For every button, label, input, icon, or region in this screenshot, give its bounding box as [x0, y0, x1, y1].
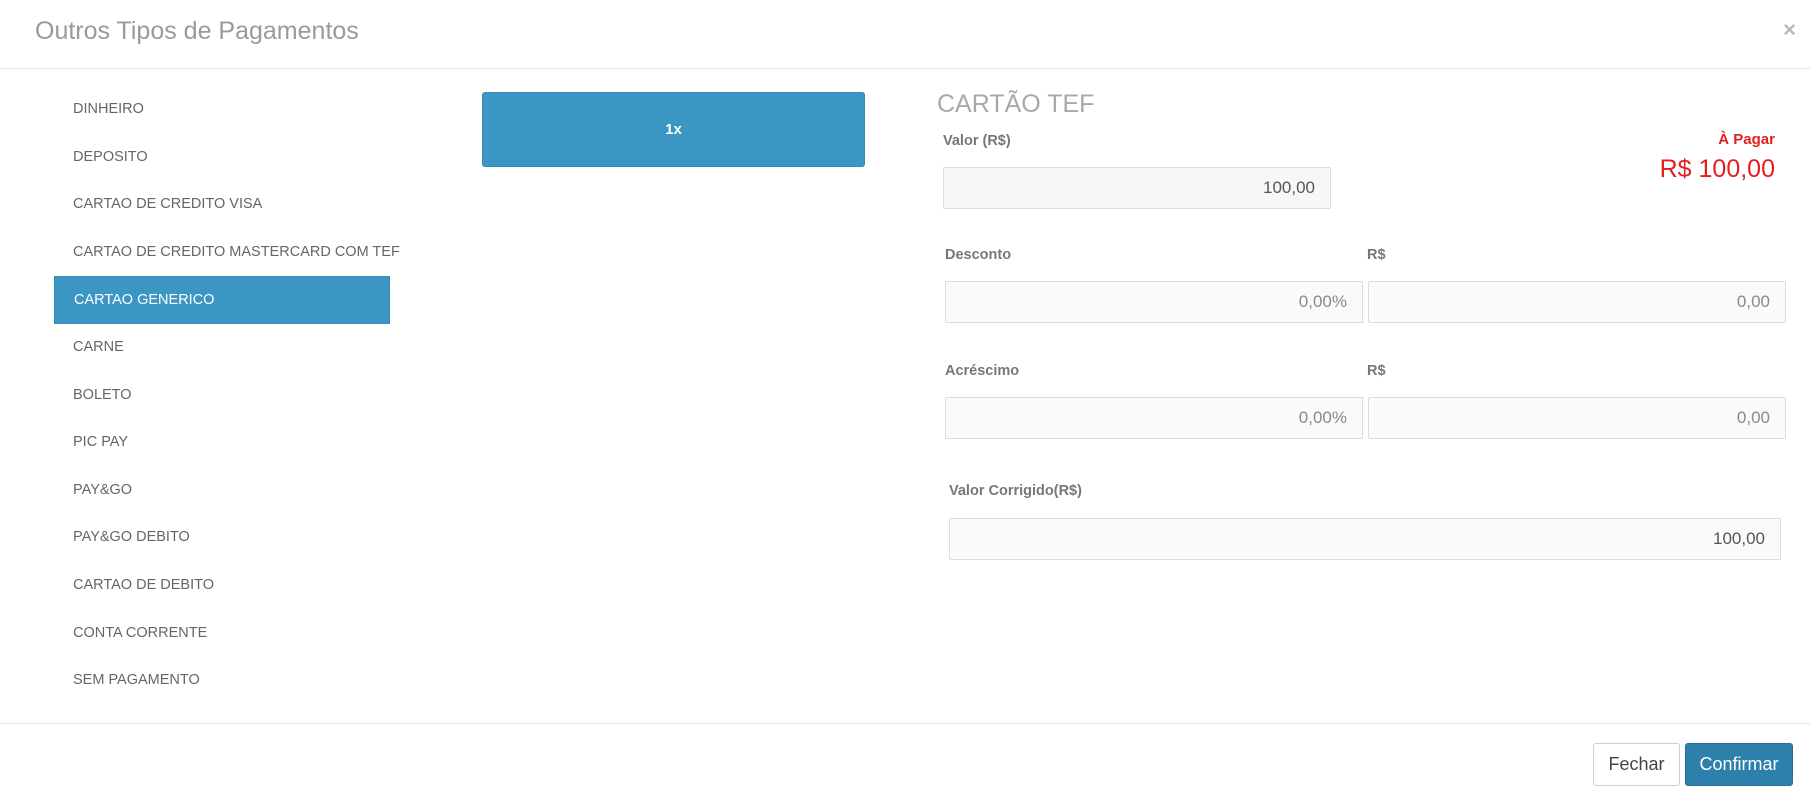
payment-method-cartao-credito-mastercard-tef[interactable]: CARTAO DE CREDITO MASTERCARD COM TEF [54, 229, 400, 277]
modal-footer [0, 723, 1810, 801]
payment-method-list: DINHEIRO DEPOSITO CARTAO DE CREDITO VISA… [54, 86, 400, 705]
fechar-button[interactable]: Fechar [1593, 743, 1680, 786]
payment-method-paygo[interactable]: PAY&GO [54, 467, 390, 515]
desconto-label: Desconto [945, 247, 1012, 263]
valor-label: Valor (R$) [943, 133, 1011, 149]
desconto-percent-input[interactable] [945, 281, 1363, 323]
acrescimo-label: Acréscimo [945, 363, 1020, 379]
payment-method-paygo-debito[interactable]: PAY&GO DEBITO [54, 514, 390, 562]
payment-method-pic-pay[interactable]: PIC PAY [54, 419, 390, 467]
payment-method-carne[interactable]: CARNE [54, 324, 390, 372]
valor-corrigido-label: Valor Corrigido(R$) [949, 483, 1082, 499]
close-icon[interactable]: × [1783, 19, 1796, 41]
valor-input[interactable] [943, 167, 1331, 209]
installment-1x-button[interactable]: 1x [482, 92, 865, 167]
desconto-value-input[interactable] [1368, 281, 1786, 323]
confirmar-button[interactable]: Confirmar [1685, 743, 1793, 786]
payment-method-conta-corrente[interactable]: CONTA CORRENTE [54, 610, 390, 658]
payment-method-boleto[interactable]: BOLETO [54, 372, 390, 420]
modal-header: Outros Tipos de Pagamentos × [0, 0, 1810, 69]
payment-method-cartao-debito[interactable]: CARTAO DE DEBITO [54, 562, 390, 610]
payment-method-sem-pagamento[interactable]: SEM PAGAMENTO [54, 657, 390, 705]
desconto-currency-label: R$ [1367, 247, 1386, 263]
valor-corrigido-input[interactable] [949, 518, 1781, 560]
acrescimo-currency-label: R$ [1367, 363, 1386, 379]
payment-method-dinheiro[interactable]: DINHEIRO [54, 86, 390, 134]
payment-method-cartao-credito-visa[interactable]: CARTAO DE CREDITO VISA [54, 181, 390, 229]
acrescimo-value-input[interactable] [1368, 397, 1786, 439]
modal-title: Outros Tipos de Pagamentos [35, 17, 359, 45]
a-pagar-amount: R$ 100,00 [1659, 155, 1775, 183]
payment-method-cartao-generico[interactable]: CARTAO GENERICO [54, 276, 390, 324]
acrescimo-percent-input[interactable] [945, 397, 1363, 439]
section-title: CARTÃO TEF [937, 90, 1095, 118]
a-pagar-label: À Pagar [1718, 131, 1775, 148]
payment-method-deposito[interactable]: DEPOSITO [54, 134, 390, 182]
